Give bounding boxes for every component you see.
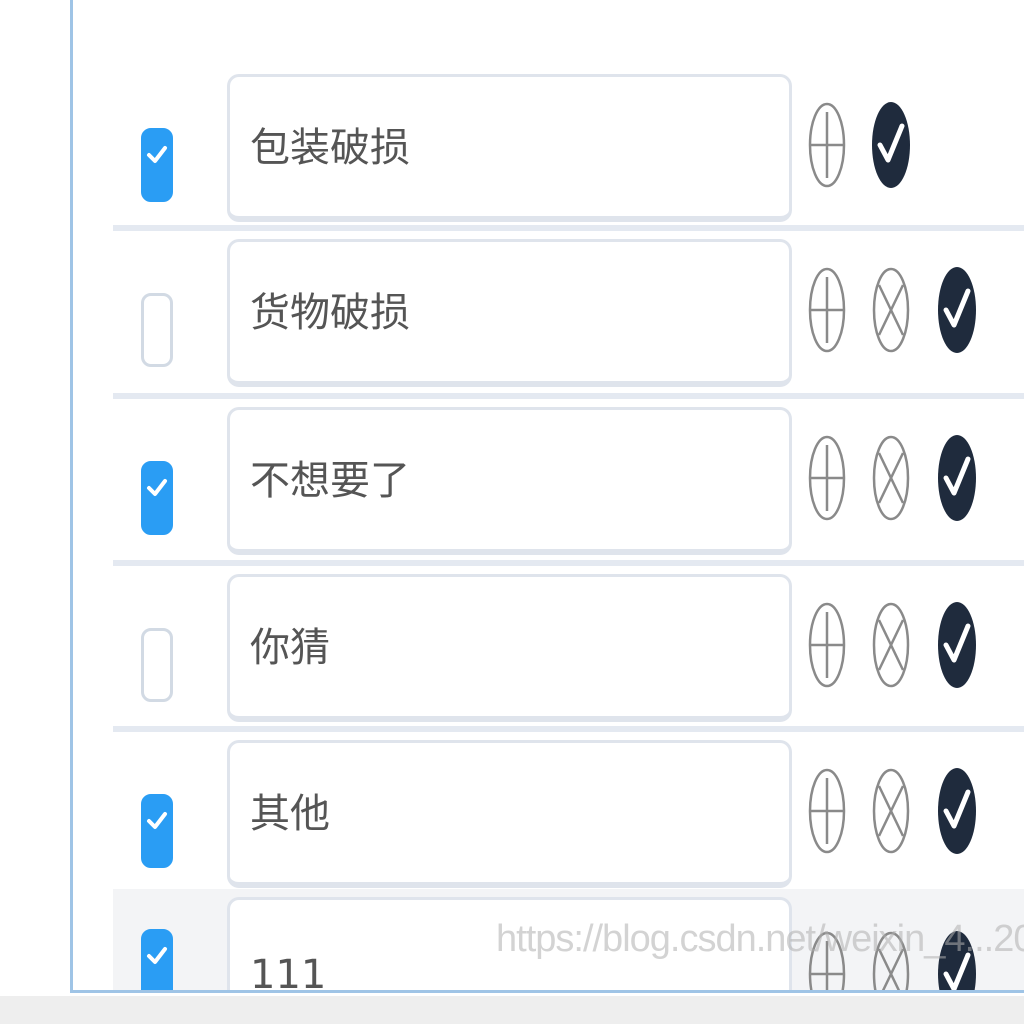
plus-circle-icon[interactable] xyxy=(807,766,847,856)
plus-circle-icon[interactable] xyxy=(807,265,847,355)
x-circle-icon[interactable] xyxy=(871,265,911,355)
bottom-band xyxy=(0,996,1024,1024)
row-checkbox[interactable] xyxy=(141,794,173,868)
list-item: 其他 xyxy=(113,726,1024,900)
list-item: 货物破损 xyxy=(113,225,1024,399)
reason-text-input[interactable]: 不想要了 xyxy=(227,407,792,555)
reason-text-input[interactable]: 其他 xyxy=(227,740,792,888)
reason-list-panel: 包装破损 货物破损 不想要了 你猜 其他 111 xyxy=(70,0,1024,993)
list-item: 包装破损 xyxy=(113,66,1024,234)
check-circle-icon[interactable] xyxy=(937,265,977,355)
row-checkbox[interactable] xyxy=(141,929,173,990)
row-checkbox[interactable] xyxy=(141,128,173,202)
check-circle-icon[interactable] xyxy=(937,766,977,856)
plus-circle-icon[interactable] xyxy=(807,433,847,523)
list-item: 111 xyxy=(113,889,1024,993)
check-circle-icon[interactable] xyxy=(937,929,977,993)
list-item: 不想要了 xyxy=(113,393,1024,567)
plus-circle-icon[interactable] xyxy=(807,600,847,690)
reason-text-input[interactable]: 货物破损 xyxy=(227,239,792,387)
check-circle-icon[interactable] xyxy=(937,433,977,523)
row-checkbox[interactable] xyxy=(141,461,173,535)
reason-text-input[interactable]: 你猜 xyxy=(227,574,792,722)
x-circle-icon[interactable] xyxy=(871,929,911,993)
x-circle-icon[interactable] xyxy=(871,766,911,856)
reason-text-input[interactable]: 111 xyxy=(227,897,792,990)
reason-text-input[interactable]: 包装破损 xyxy=(227,74,792,222)
x-circle-icon[interactable] xyxy=(871,600,911,690)
x-circle-icon[interactable] xyxy=(871,433,911,523)
list-item: 你猜 xyxy=(113,560,1024,734)
plus-circle-icon[interactable] xyxy=(807,100,847,190)
plus-circle-icon[interactable] xyxy=(807,929,847,993)
row-checkbox[interactable] xyxy=(141,293,173,367)
check-circle-icon[interactable] xyxy=(937,600,977,690)
check-circle-icon[interactable] xyxy=(871,100,911,190)
row-checkbox[interactable] xyxy=(141,628,173,702)
